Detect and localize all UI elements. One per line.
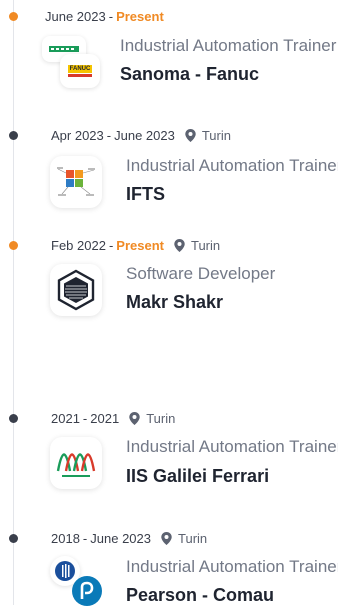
location-pin-icon bbox=[185, 129, 196, 142]
location: Turin bbox=[178, 531, 208, 546]
date-range: Feb 2022 - Present Turin bbox=[51, 238, 220, 253]
pearson-comau-logo bbox=[48, 556, 104, 606]
end-date: June 2023 bbox=[90, 531, 151, 546]
date-separator: - bbox=[108, 238, 114, 253]
location-pin-icon bbox=[161, 532, 172, 545]
end-date: June 2023 bbox=[114, 128, 175, 143]
start-date: Apr 2023 bbox=[51, 128, 104, 143]
company-name[interactable]: Pearson - Comau bbox=[126, 585, 274, 606]
start-date: June 2023 bbox=[45, 9, 106, 24]
location-pin-icon bbox=[129, 412, 140, 425]
location: Turin bbox=[146, 411, 176, 426]
job-role: Industrial Automation Trainer bbox=[126, 557, 338, 576]
end-date: 2021 bbox=[90, 411, 120, 426]
end-date-present: Present bbox=[116, 9, 164, 24]
company-name[interactable]: Makr Shakr bbox=[126, 292, 223, 313]
iis-galilei-ferrari-logo bbox=[50, 437, 102, 489]
date-range: June 2023 - Present bbox=[45, 9, 164, 24]
date-range: 2018 - June 2023 Turin bbox=[51, 531, 207, 546]
location: Turin bbox=[190, 238, 221, 253]
timeline-dot-current bbox=[9, 241, 18, 250]
date-separator: - bbox=[82, 411, 88, 426]
timeline-dot bbox=[9, 534, 18, 543]
start-date: 2018 bbox=[51, 531, 80, 546]
location: Turin bbox=[201, 128, 231, 143]
date-range: 2021 - 2021 Turin bbox=[51, 411, 175, 426]
makr-shakr-logo bbox=[50, 264, 102, 316]
company-name[interactable]: IIS Galilei Ferrari bbox=[126, 466, 269, 487]
ifts-logo bbox=[50, 156, 102, 208]
job-role: Software Developer bbox=[126, 264, 276, 283]
company-name[interactable]: Sanoma - Fanuc bbox=[120, 64, 259, 85]
timeline-line bbox=[13, 0, 14, 605]
job-role: Industrial Automation Trainer bbox=[120, 36, 337, 55]
timeline-dot bbox=[9, 131, 18, 140]
start-date: 2021 bbox=[51, 411, 80, 426]
fanuc-wordmark: FANUC bbox=[67, 65, 93, 73]
end-date-present: Present bbox=[116, 238, 164, 253]
location-pin-icon bbox=[174, 239, 185, 252]
date-separator: - bbox=[82, 531, 88, 546]
date-separator: - bbox=[108, 9, 114, 24]
date-separator: - bbox=[106, 128, 112, 143]
sanoma-fanuc-logo: FANUC bbox=[42, 36, 104, 88]
timeline-dot bbox=[9, 414, 18, 423]
start-date: Feb 2022 bbox=[51, 238, 106, 253]
timeline-dot-current bbox=[9, 12, 18, 21]
job-role: Industrial Automation Trainer bbox=[126, 156, 338, 175]
job-role: Industrial Automation Trainer bbox=[126, 437, 338, 456]
company-name[interactable]: IFTS bbox=[126, 184, 165, 205]
date-range: Apr 2023 - June 2023 Turin bbox=[51, 128, 231, 143]
